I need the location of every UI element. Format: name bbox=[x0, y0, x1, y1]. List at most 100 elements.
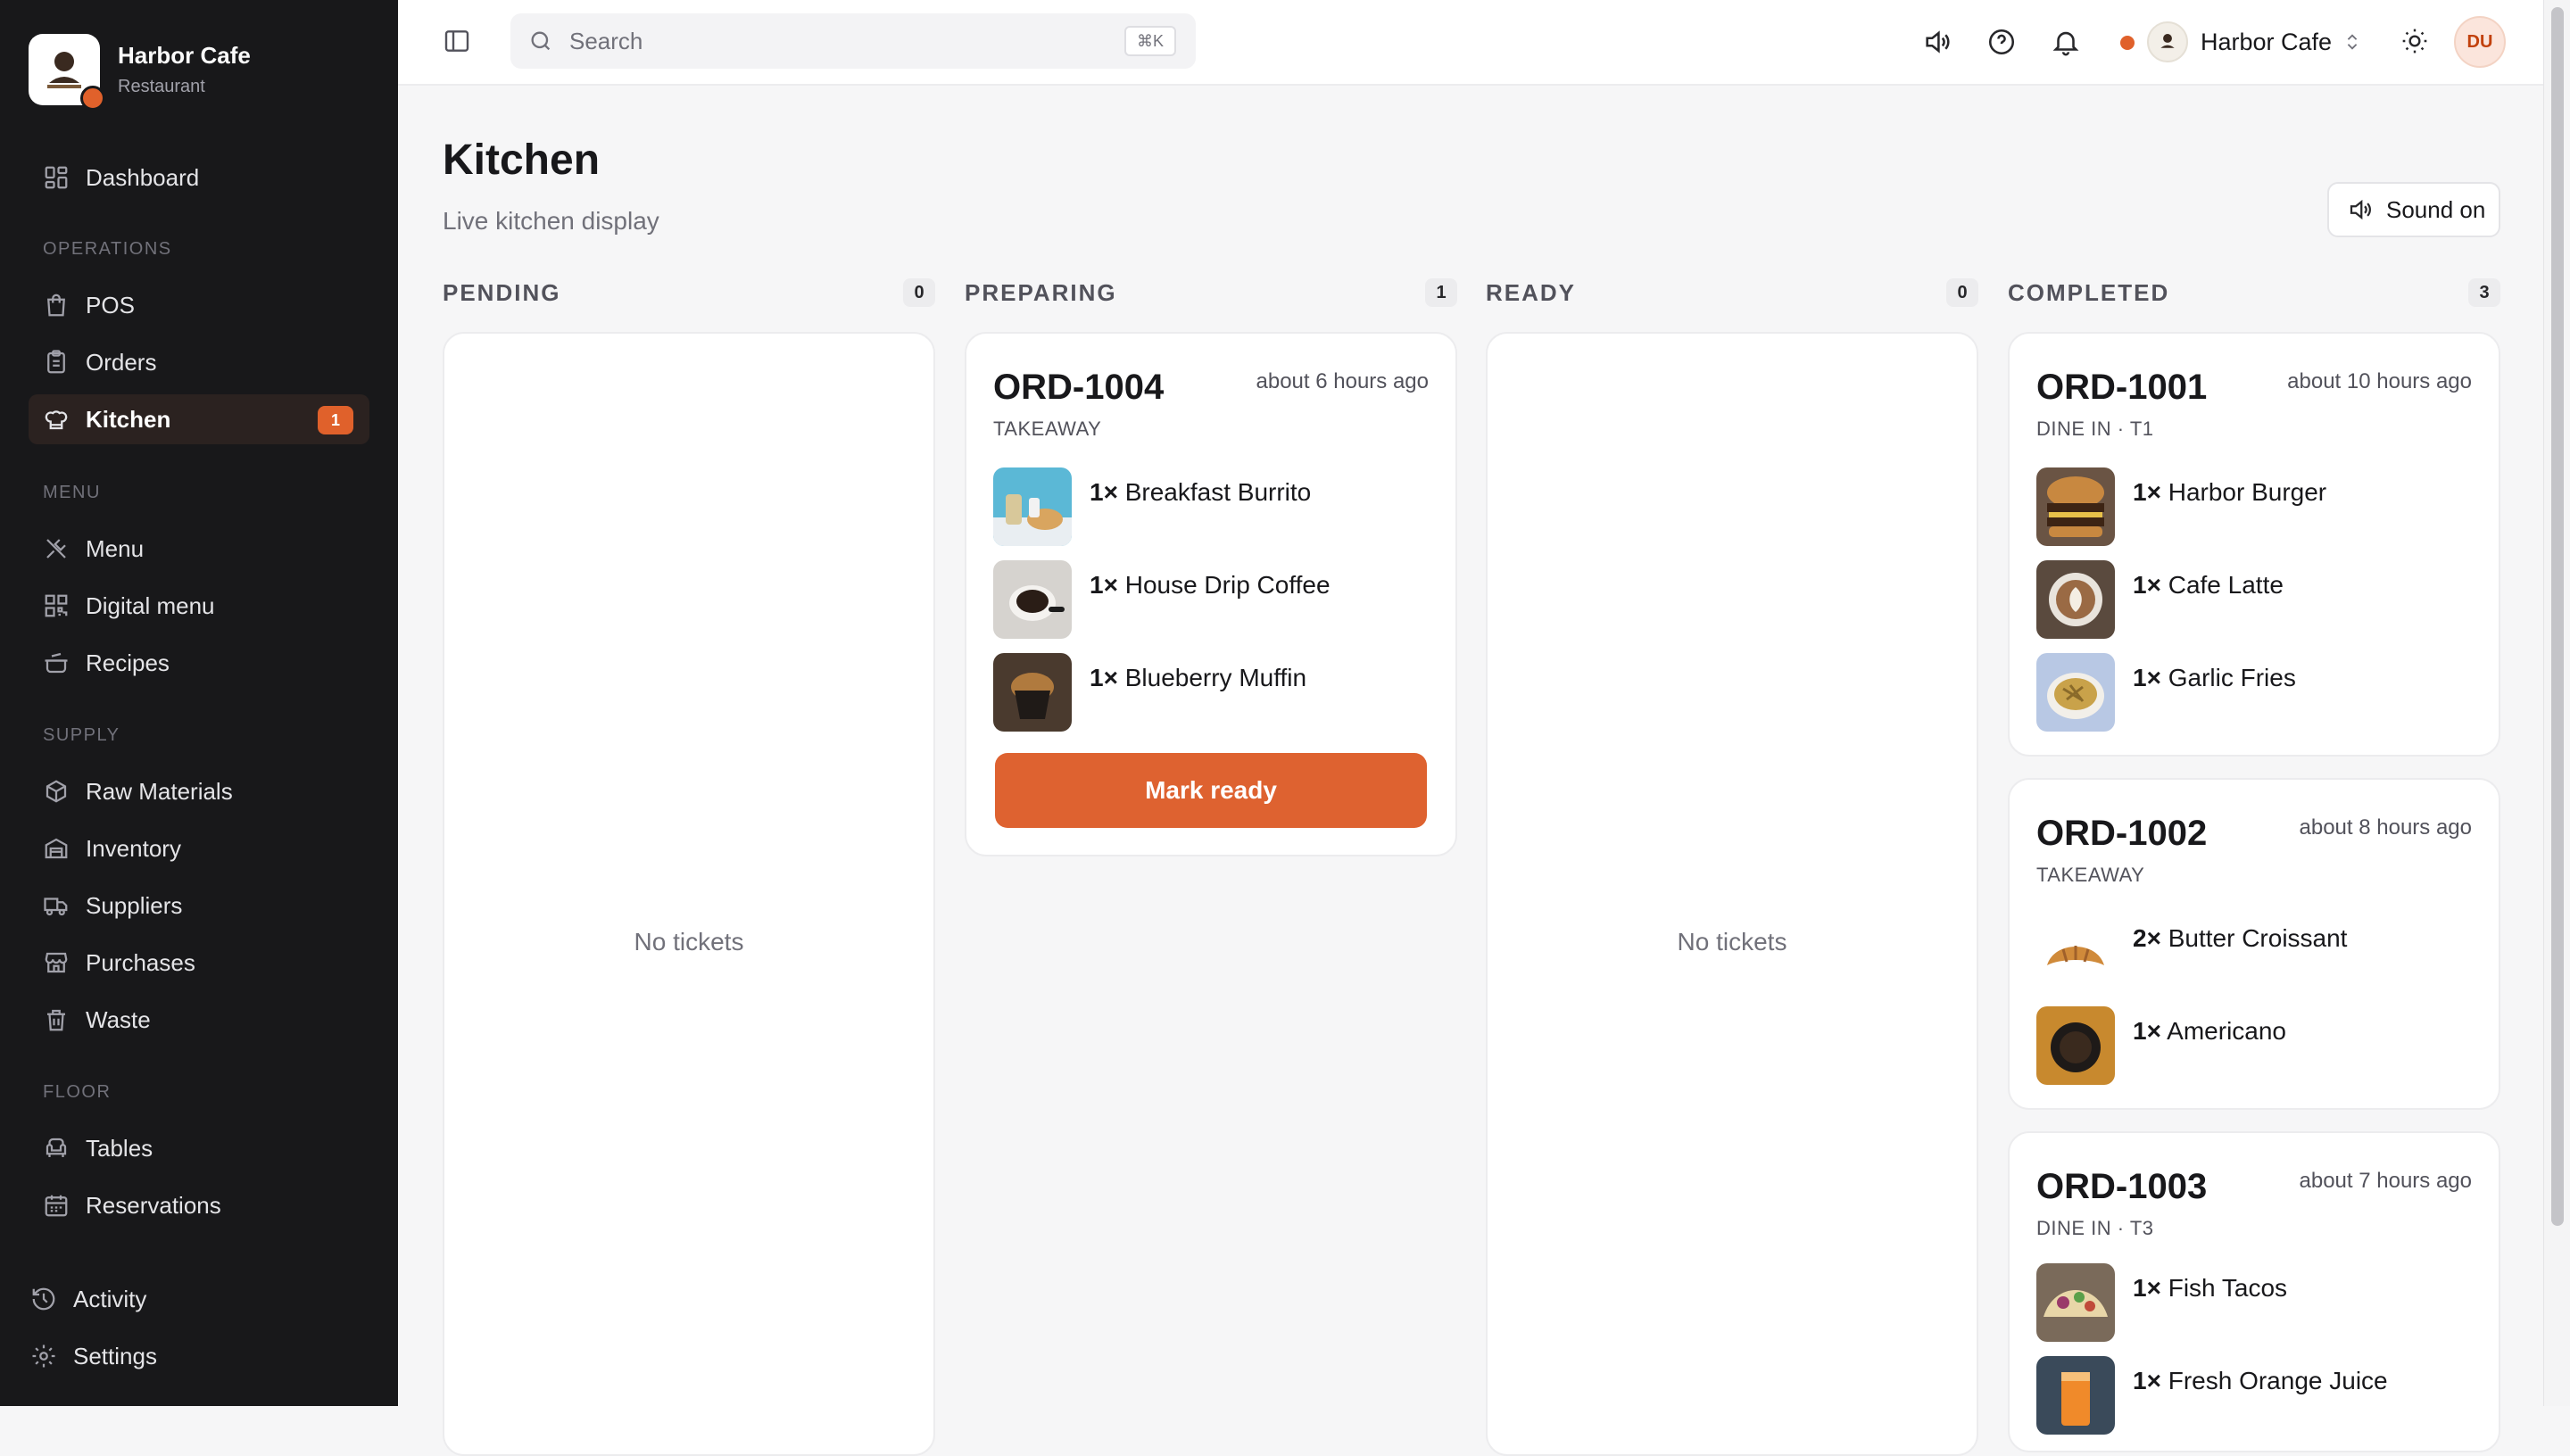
sidebar-item-raw-materials[interactable]: Raw Materials bbox=[29, 766, 369, 816]
page-subtitle: Live kitchen display bbox=[443, 207, 659, 235]
chevrons-up-down-icon bbox=[2342, 32, 2362, 52]
cooking-pot-icon bbox=[43, 649, 70, 676]
org-switcher[interactable]: Harbor Cafe bbox=[2147, 20, 2362, 64]
sidebar-item-pos[interactable]: POS bbox=[29, 280, 369, 330]
ticket-item: 1× Americano bbox=[2036, 1006, 2286, 1085]
search-input[interactable] bbox=[568, 26, 1107, 56]
nav-section-floor: FLOOR bbox=[43, 1082, 112, 1102]
sound-toggle-button[interactable]: Sound on bbox=[2327, 182, 2500, 237]
ticket-time: about 7 hours ago bbox=[2299, 1169, 2473, 1193]
org-status-dot bbox=[2120, 36, 2135, 50]
item-name: Garlic Fries bbox=[2168, 664, 2296, 691]
calendar-icon bbox=[43, 1192, 70, 1219]
search-icon bbox=[528, 29, 553, 54]
ticket-card-ord-1002[interactable]: ORD-1002 about 8 hours ago TAKEAWAY 2× B… bbox=[2008, 778, 2500, 1110]
dashboard-icon bbox=[43, 164, 70, 191]
ticket-type: DINE IN · T3 bbox=[2036, 1217, 2154, 1239]
ticket-id: ORD-1002 bbox=[2036, 814, 2208, 853]
warehouse-icon bbox=[43, 835, 70, 862]
column-title: PREPARING bbox=[965, 278, 1117, 306]
ticket-id: ORD-1003 bbox=[2036, 1167, 2208, 1206]
sidebar-item-tables[interactable]: Tables bbox=[29, 1123, 369, 1173]
sidebar-item-orders[interactable]: Orders bbox=[29, 337, 369, 387]
column-title: READY bbox=[1486, 278, 1577, 306]
column-header-preparing: PREPARING 1 bbox=[965, 278, 1457, 307]
column-count: 1 bbox=[1425, 278, 1457, 307]
harbor-burger-thumbnail bbox=[2036, 467, 2115, 546]
qr-code-icon bbox=[43, 592, 70, 619]
sidebar-item-label: Raw Materials bbox=[86, 777, 233, 805]
sidebar-item-recipes[interactable]: Recipes bbox=[29, 638, 369, 688]
fish-tacos-thumbnail bbox=[2036, 1263, 2115, 1342]
column-title: COMPLETED bbox=[2008, 278, 2170, 306]
page-title: Kitchen bbox=[443, 136, 601, 184]
breakfast-burrito-thumbnail bbox=[993, 467, 1072, 546]
sidebar-item-dashboard[interactable]: Dashboard bbox=[29, 153, 369, 203]
pending-column-panel bbox=[443, 332, 935, 1456]
nav-section-operations: OPERATIONS bbox=[43, 239, 172, 259]
americano-thumbnail bbox=[2036, 1006, 2115, 1085]
item-name: Americano bbox=[2167, 1017, 2287, 1045]
column-count: 3 bbox=[2468, 278, 2500, 307]
scroll-thumb[interactable] bbox=[2551, 7, 2564, 1226]
sidebar-item-label: Inventory bbox=[86, 834, 181, 862]
package-icon bbox=[43, 778, 70, 805]
ticket-card-ord-1004[interactable]: ORD-1004 about 6 hours ago TAKEAWAY 1× B… bbox=[965, 332, 1457, 856]
ticket-item: 1× Blueberry Muffin bbox=[993, 653, 1306, 732]
store-icon bbox=[43, 949, 70, 976]
sidebar-item-label: Dashboard bbox=[86, 163, 200, 191]
mark-ready-button[interactable]: Mark ready bbox=[995, 753, 1427, 828]
sidebar-item-kitchen[interactable]: Kitchen 1 bbox=[29, 394, 369, 444]
sidebar-item-reservations[interactable]: Reservations bbox=[29, 1180, 369, 1230]
sidebar-item-label: Orders bbox=[86, 348, 157, 376]
ticket-time: about 8 hours ago bbox=[2299, 815, 2473, 840]
item-qty: 1× bbox=[2133, 571, 2161, 599]
brand-switcher[interactable]: Harbor Cafe Restaurant bbox=[29, 34, 251, 111]
pending-empty-text: No tickets bbox=[634, 928, 744, 956]
sidebar-item-activity[interactable]: Activity bbox=[16, 1274, 357, 1324]
column-count: 0 bbox=[903, 278, 935, 307]
column-count: 0 bbox=[1946, 278, 1978, 307]
item-qty: 1× bbox=[2133, 478, 2161, 506]
sun-icon[interactable] bbox=[2400, 27, 2429, 55]
sidebar: Harbor Cafe Restaurant Dashboard OPERATI… bbox=[0, 0, 398, 1406]
sidebar-toggle-icon[interactable] bbox=[443, 27, 471, 55]
item-name: Breakfast Burrito bbox=[1124, 478, 1312, 506]
item-qty: 2× bbox=[2133, 924, 2161, 952]
ticket-card-ord-1001[interactable]: ORD-1001 about 10 hours ago DINE IN · T1… bbox=[2008, 332, 2500, 757]
sidebar-item-purchases[interactable]: Purchases bbox=[29, 938, 369, 988]
sidebar-item-digital-menu[interactable]: Digital menu bbox=[29, 581, 369, 631]
sidebar-item-suppliers[interactable]: Suppliers bbox=[29, 881, 369, 931]
ticket-item: 2× Butter Croissant bbox=[2036, 914, 2347, 992]
ticket-type: TAKEAWAY bbox=[993, 418, 1102, 440]
trash-icon bbox=[43, 1006, 70, 1033]
help-icon[interactable] bbox=[1986, 27, 2017, 57]
sidebar-item-menu[interactable]: Menu bbox=[29, 524, 369, 574]
fresh-orange-juice-thumbnail bbox=[2036, 1356, 2115, 1435]
search-bar[interactable]: ⌘K bbox=[510, 13, 1196, 69]
user-avatar[interactable]: DU bbox=[2454, 16, 2506, 68]
page-scrollbar[interactable] bbox=[2543, 0, 2570, 1406]
org-name: Harbor Cafe bbox=[2201, 28, 2333, 55]
ticket-id: ORD-1004 bbox=[993, 368, 1165, 407]
bell-icon[interactable] bbox=[2051, 27, 2081, 57]
ticket-item: 1× Cafe Latte bbox=[2036, 560, 2284, 639]
item-qty: 1× bbox=[1090, 571, 1118, 599]
top-bar: ⌘K Harbor Cafe DU bbox=[398, 0, 2543, 86]
sidebar-item-label: Purchases bbox=[86, 948, 195, 976]
ticket-type: TAKEAWAY bbox=[2036, 864, 2145, 886]
volume-icon[interactable] bbox=[1922, 27, 1952, 57]
sidebar-item-label: Settings bbox=[73, 1342, 157, 1369]
brand-logo bbox=[29, 34, 105, 111]
column-header-ready: READY 0 bbox=[1486, 278, 1978, 307]
house-drip-coffee-thumbnail bbox=[993, 560, 1072, 639]
sidebar-item-settings[interactable]: Settings bbox=[16, 1331, 357, 1381]
sidebar-item-inventory[interactable]: Inventory bbox=[29, 823, 369, 873]
ticket-card-ord-1003[interactable]: ORD-1003 about 7 hours ago DINE IN · T3 … bbox=[2008, 1131, 2500, 1452]
ticket-item: 1× Fish Tacos bbox=[2036, 1263, 2287, 1342]
ticket-time: about 6 hours ago bbox=[1256, 369, 1430, 393]
ticket-id: ORD-1001 bbox=[2036, 368, 2208, 407]
gear-icon bbox=[30, 1343, 57, 1369]
column-header-pending: PENDING 0 bbox=[443, 278, 935, 307]
sidebar-item-waste[interactable]: Waste bbox=[29, 995, 369, 1045]
